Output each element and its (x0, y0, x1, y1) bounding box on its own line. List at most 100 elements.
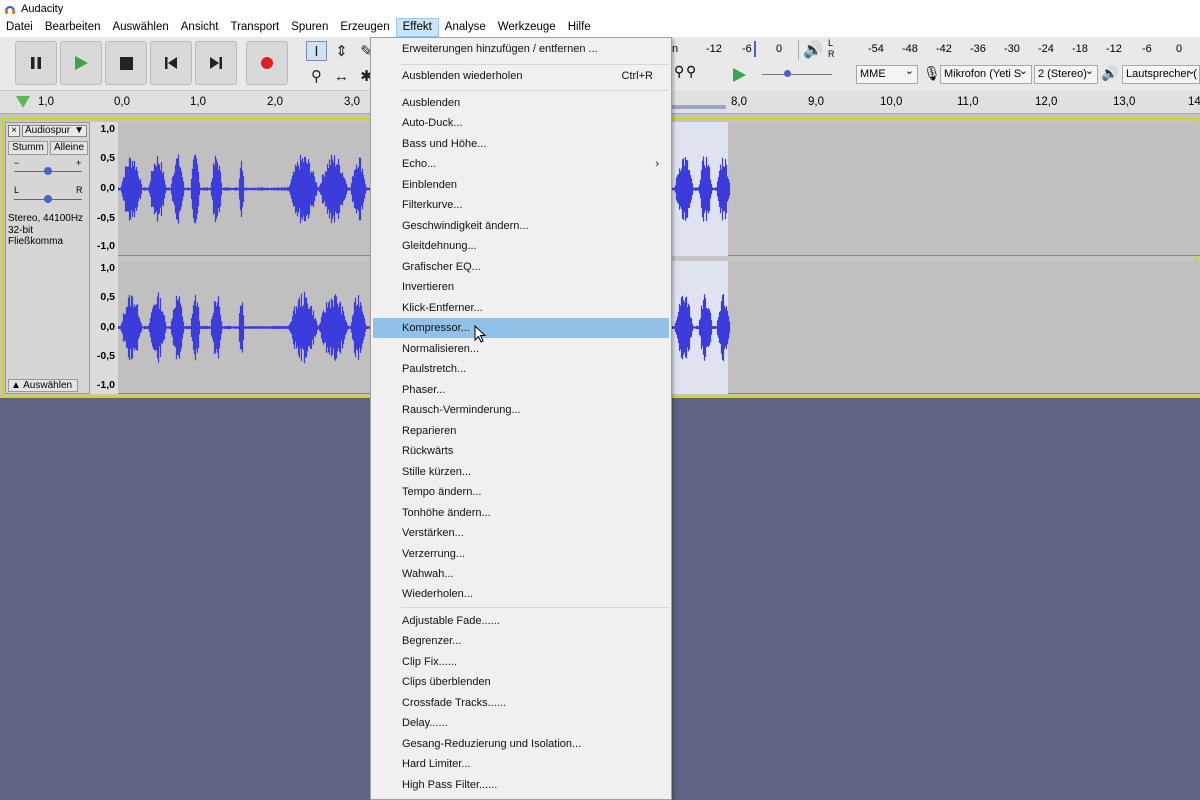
menu-item-wahwah[interactable]: Wahwah... (373, 564, 669, 584)
pan-right-label: R (76, 185, 83, 195)
menu-analyse[interactable]: Analyse (439, 18, 492, 37)
menu-item-adjustable-fade[interactable]: Adjustable Fade...... (373, 611, 669, 631)
play-head-marker-icon[interactable] (16, 96, 30, 108)
menu-effekt[interactable]: Effekt (395, 18, 439, 37)
speaker-icon: 🔊 (1101, 65, 1119, 81)
menu-item-reverse[interactable]: Rückwärts (373, 441, 669, 461)
scale-tick: 0,0 (100, 182, 115, 194)
menu-item-crossfade-tracks[interactable]: Crossfade Tracks...... (373, 693, 669, 713)
effect-menu: Erweiterungen hinzufügen / entfernen ...… (370, 37, 672, 800)
scale-tick: 0,5 (100, 291, 115, 303)
menu-item-add-remove-plugins[interactable]: Erweiterungen hinzufügen / entfernen ... (373, 39, 669, 59)
menu-werkzeuge[interactable]: Werkzeuge (492, 18, 562, 37)
playback-device-select[interactable]: Lautsprecher ( (1122, 65, 1200, 84)
menu-item-hard-limiter[interactable]: Hard Limiter... (373, 754, 669, 774)
record-button[interactable] (246, 41, 288, 85)
menu-item-repeat-last-effect[interactable]: Ausblenden wiederholen Ctrl+R (373, 66, 669, 86)
scale-tick: -0,5 (96, 350, 115, 362)
skip-to-start-button[interactable] (150, 41, 192, 85)
menu-item-high-pass-filter[interactable]: High Pass Filter...... (373, 775, 669, 795)
meter-device-toolbar: n -12 -6 0 🔊 L R -54 -48 -42 -36 -30 -24… (672, 37, 1200, 91)
menu-item-paulstretch[interactable]: Paulstretch... (373, 359, 669, 379)
menu-auswaehlen[interactable]: Auswählen (106, 18, 174, 37)
play-speed-slider[interactable] (758, 65, 834, 85)
track-name-menu[interactable]: Audiospur ▼ (22, 125, 87, 137)
menu-transport[interactable]: Transport (224, 18, 285, 37)
play-button[interactable] (60, 41, 102, 85)
selection-tool-icon[interactable]: I (306, 41, 327, 61)
zoom-tool-icon[interactable]: ⚲ (306, 66, 327, 86)
close-track-icon[interactable]: × (8, 125, 20, 137)
record-meter-speaker-icon[interactable]: 🔊 (803, 40, 823, 60)
menu-item-normalize[interactable]: Normalisieren... (373, 339, 669, 359)
playback-meter-tick: -12 (706, 43, 722, 55)
scale-tick: 0,0 (100, 321, 115, 333)
menu-item-compressor[interactable]: Kompressor... (373, 318, 669, 338)
menu-item-auto-duck[interactable]: Auto-Duck... (373, 113, 669, 133)
record-meter-tick: -54 (868, 43, 884, 55)
menu-item-delay[interactable]: Delay...... (373, 713, 669, 733)
menu-item-truncate-silence[interactable]: Stille kürzen... (373, 462, 669, 482)
menu-ansicht[interactable]: Ansicht (175, 18, 225, 37)
track-format-info: Stereo, 44100Hz (8, 213, 84, 224)
menu-spuren[interactable]: Spuren (285, 18, 334, 37)
record-meter-tick: -36 (970, 43, 986, 55)
menu-erzeugen[interactable]: Erzeugen (334, 18, 395, 37)
select-track-button[interactable]: ▲ Auswählen (8, 379, 78, 392)
mute-button[interactable]: Stumm (8, 141, 48, 155)
menu-item-limiter[interactable]: Begrenzer... (373, 631, 669, 651)
zoom-fit-icon[interactable]: ⚲ (686, 63, 696, 80)
menu-item-change-tempo[interactable]: Tempo ändern... (373, 482, 669, 502)
menu-item-repair[interactable]: Reparieren (373, 421, 669, 441)
menu-item-invert[interactable]: Invertieren (373, 277, 669, 297)
record-icon (261, 57, 273, 69)
audio-host-select[interactable]: MME (856, 65, 918, 84)
menu-item-change-speed[interactable]: Geschwindigkeit ändern... (373, 216, 669, 236)
ruler-tick: 13,0 (1113, 96, 1136, 108)
menu-item-crossfade-clips[interactable]: Clips überblenden (373, 672, 669, 692)
stop-button[interactable] (105, 41, 147, 85)
play-icon (75, 56, 88, 70)
skip-to-end-button[interactable] (195, 41, 237, 85)
time-shift-tool-icon[interactable]: ↔ (331, 66, 352, 86)
solo-button[interactable]: Alleine (50, 141, 88, 155)
menu-item-noise-reduction[interactable]: Rausch-Verminderung... (373, 400, 669, 420)
menu-item-distortion[interactable]: Verzerrung... (373, 544, 669, 564)
menu-item-click-removal[interactable]: Klick-Entferner... (373, 298, 669, 318)
menu-item-fade-out[interactable]: Ausblenden (373, 93, 669, 113)
play-at-speed-icon[interactable] (732, 68, 746, 82)
scale-tick: 0,5 (100, 152, 115, 164)
record-meter-tick: -12 (1106, 43, 1122, 55)
menu-item-sliding-stretch[interactable]: Gleitdehnung... (373, 236, 669, 256)
pan-slider-thumb[interactable] (44, 195, 52, 203)
menu-datei[interactable]: Datei (0, 18, 39, 37)
menu-item-clip-fix[interactable]: Clip Fix...... (373, 652, 669, 672)
menu-item-fade-in[interactable]: Einblenden (373, 175, 669, 195)
menu-item-amplify[interactable]: Verstärken... (373, 523, 669, 543)
menu-item-change-pitch[interactable]: Tonhöhe ändern... (373, 503, 669, 523)
menu-bearbeiten[interactable]: Bearbeiten (39, 18, 107, 37)
zoom-toggle-icon[interactable]: ⚲ (674, 63, 684, 80)
menu-item-vocal-reduction[interactable]: Gesang-Reduzierung und Isolation... (373, 734, 669, 754)
menu-item-phaser[interactable]: Phaser... (373, 380, 669, 400)
record-meter-tick: -6 (1142, 43, 1152, 55)
ruler-tick: 11,0 (957, 96, 979, 108)
record-meter-tick: -48 (902, 43, 918, 55)
menu-item-graphic-eq[interactable]: Grafischer EQ... (373, 257, 669, 277)
envelope-tool-icon[interactable]: ⇕ (331, 41, 352, 61)
ruler-tick: 10,0 (880, 96, 903, 108)
mouse-cursor-icon (474, 325, 486, 343)
scale-tick: 1,0 (100, 262, 115, 274)
ruler-tick: 1,0 (38, 96, 54, 108)
recording-channels-select[interactable]: 2 (Stereo) (1034, 65, 1098, 84)
pause-button[interactable] (15, 41, 57, 85)
menu-item-repeat[interactable]: Wiederholen... (373, 584, 669, 604)
menu-hilfe[interactable]: Hilfe (562, 18, 597, 37)
scale-tick: -0,5 (96, 212, 115, 224)
scale-tick: -1,0 (96, 379, 115, 391)
menu-item-echo[interactable]: Echo... › (373, 154, 669, 174)
menu-item-filter-curve[interactable]: Filterkurve... (373, 195, 669, 215)
gain-slider-thumb[interactable] (44, 167, 52, 175)
recording-device-select[interactable]: Mikrofon (Yeti S (940, 65, 1032, 84)
menu-item-bass-treble[interactable]: Bass und Höhe... (373, 134, 669, 154)
